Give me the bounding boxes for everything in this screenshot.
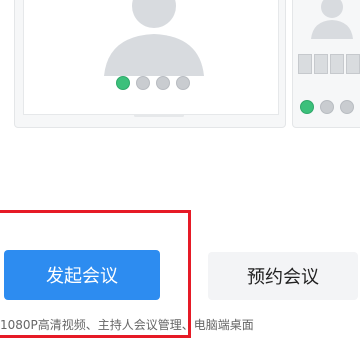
participant-thumbnails xyxy=(298,54,360,74)
side-participant-icon xyxy=(311,0,353,39)
start-meeting-button[interactable]: 发起会议 xyxy=(4,250,160,300)
thumbnail xyxy=(314,54,328,74)
side-share-icon xyxy=(340,100,354,114)
thumbnail xyxy=(346,54,360,74)
hangup-icon[interactable] xyxy=(176,76,190,90)
side-controls xyxy=(300,100,354,114)
thumbnail xyxy=(298,54,312,74)
thumbnail xyxy=(330,54,344,74)
feature-description: 1080P高清视频、主持人会议管理、电脑端桌面 xyxy=(0,318,254,332)
meeting-illustration xyxy=(0,0,360,140)
main-video-card xyxy=(14,0,286,128)
share-icon[interactable] xyxy=(156,76,170,90)
side-camera-icon xyxy=(320,100,334,114)
mic-icon[interactable] xyxy=(116,76,130,90)
participant-avatar-icon xyxy=(104,0,204,76)
camera-icon[interactable] xyxy=(136,76,150,90)
main-video-screen xyxy=(23,0,279,117)
video-controls xyxy=(116,76,190,90)
schedule-meeting-button[interactable]: 预约会议 xyxy=(208,252,358,300)
side-mic-icon xyxy=(300,100,314,114)
stand-bar xyxy=(134,114,184,117)
